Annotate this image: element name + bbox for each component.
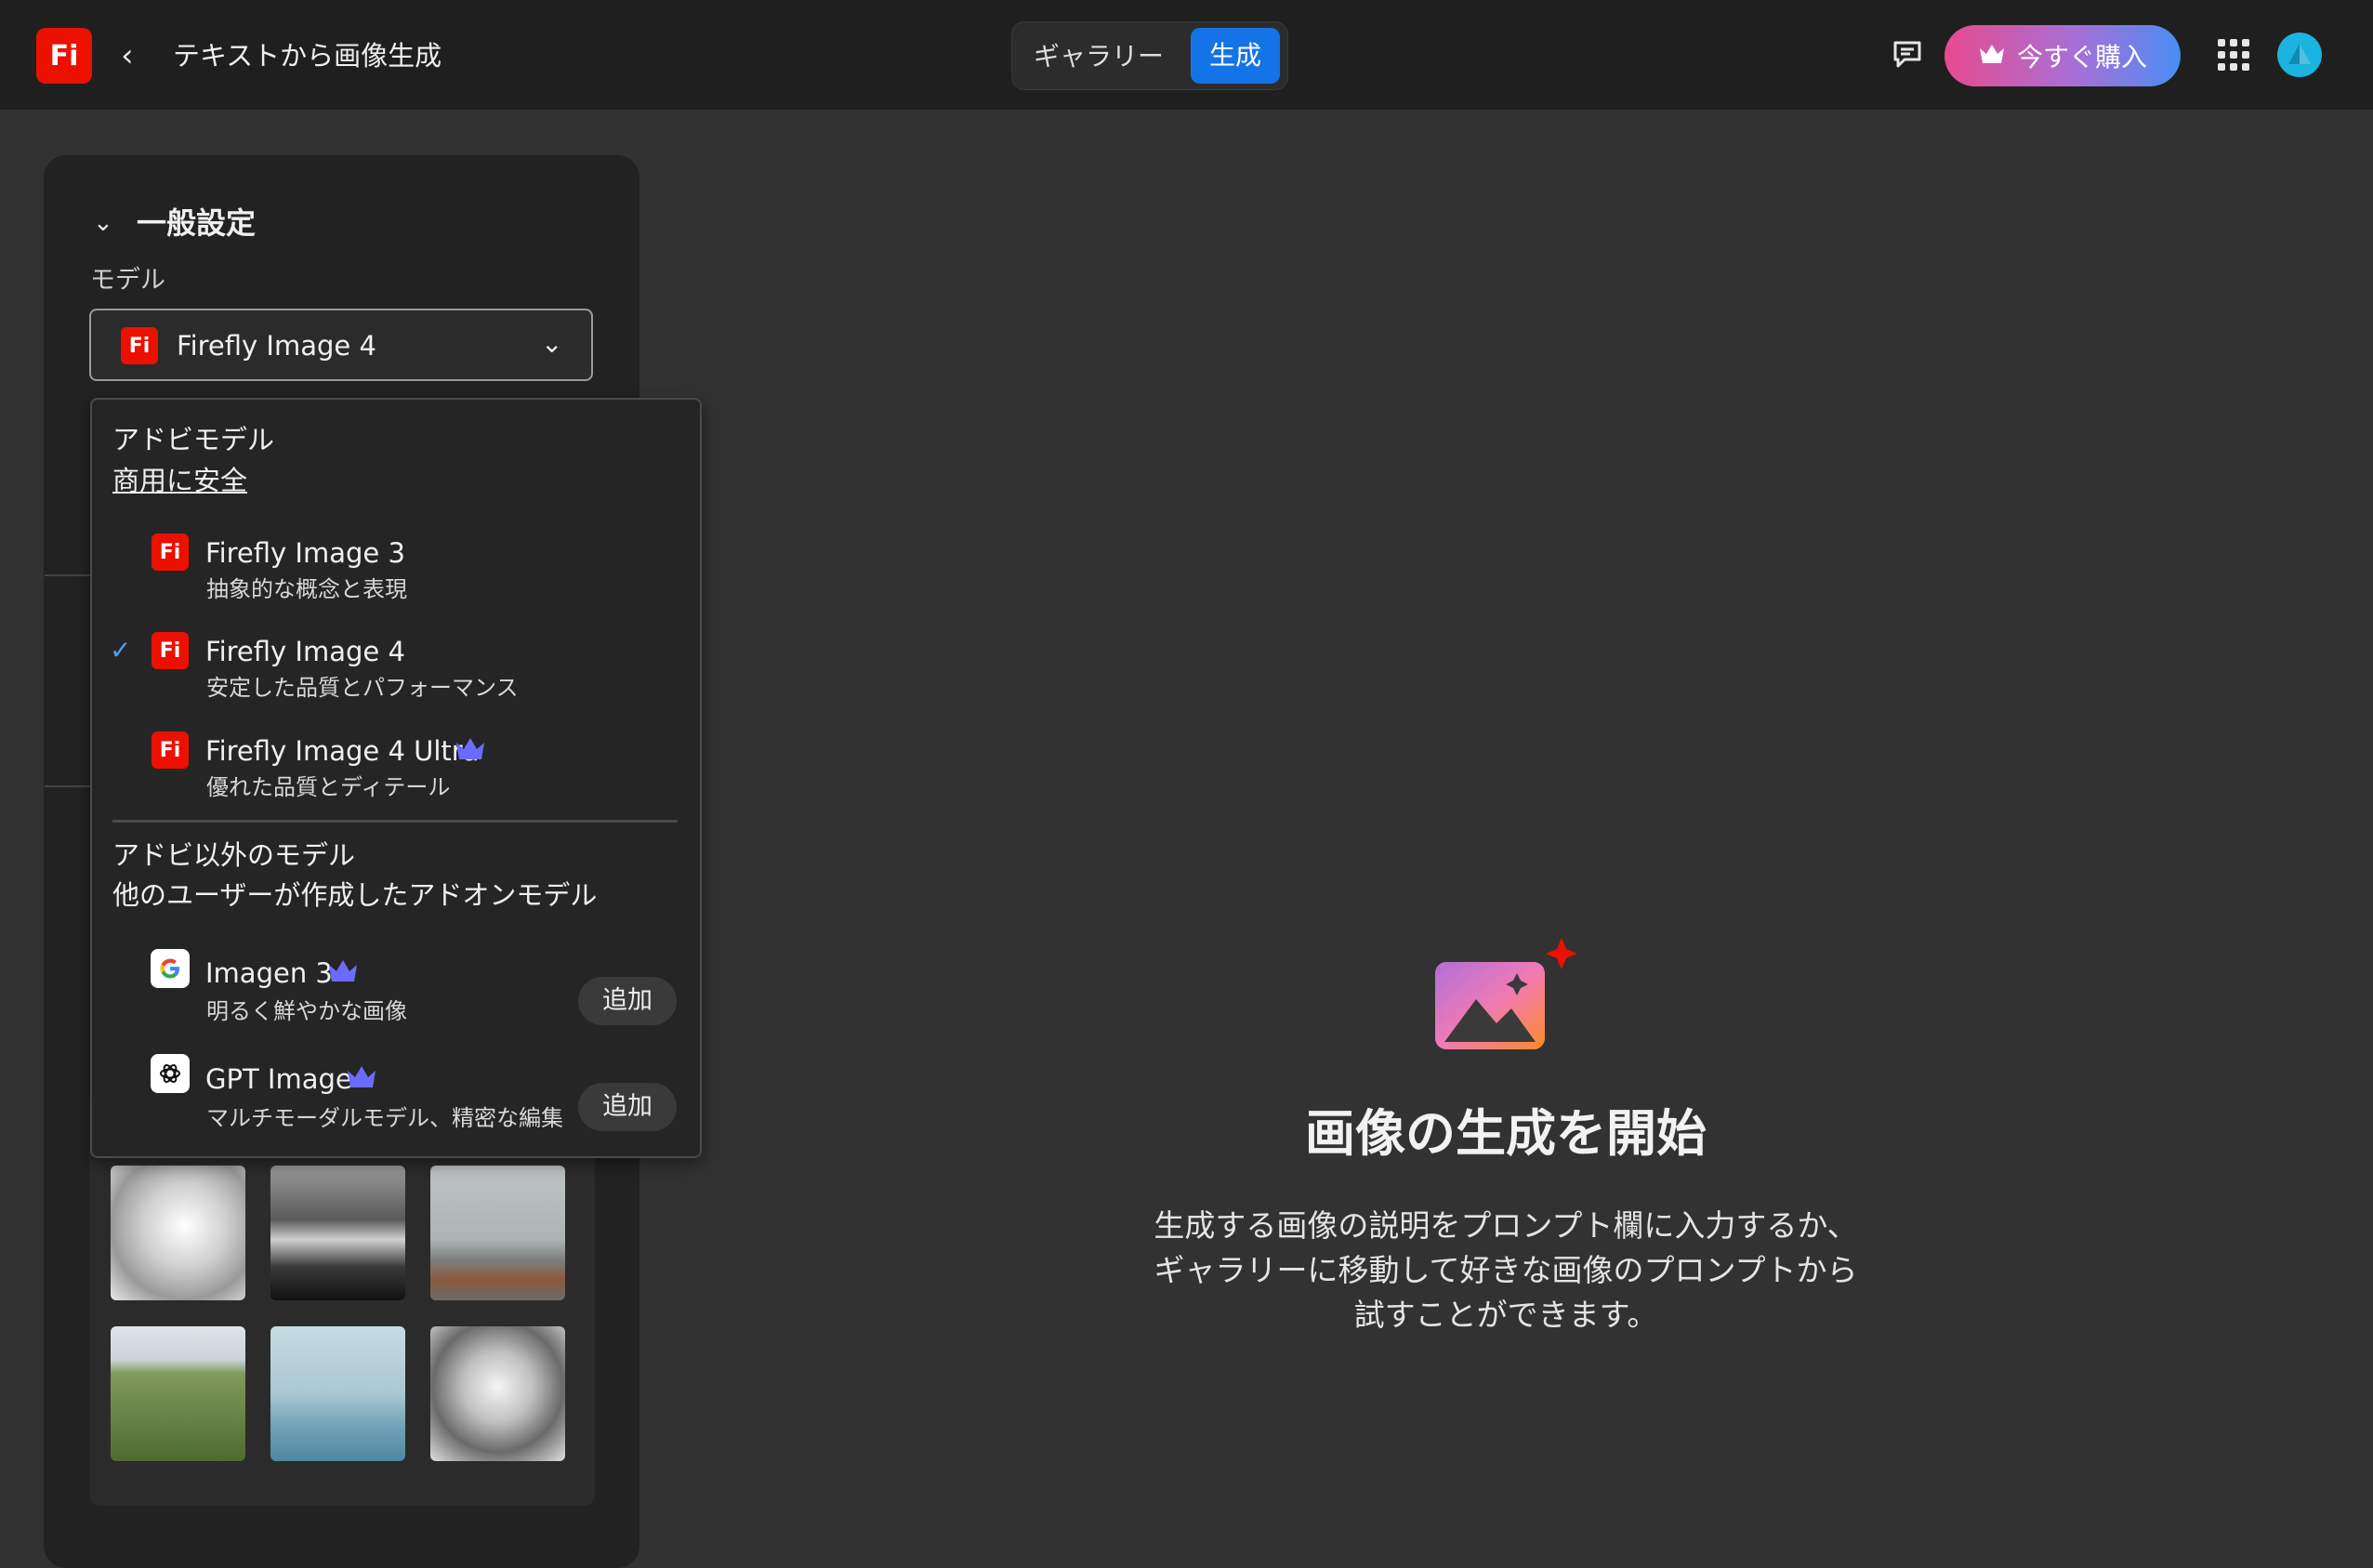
partner-models-subheading: 他のユーザーが作成したアドオンモデル	[112, 879, 598, 911]
image-generate-icon	[1431, 934, 1580, 1064]
thumbnail-owl-sketch[interactable]	[430, 1326, 565, 1461]
openai-icon	[151, 1054, 190, 1093]
chevron-down-icon[interactable]: ⌄	[541, 325, 562, 362]
checkmark-icon: ✓	[110, 635, 132, 665]
buy-now-button[interactable]: 今すぐ購入	[1945, 25, 2181, 86]
avatar[interactable]	[2277, 33, 2322, 77]
thumbnail-bird-sketch[interactable]	[111, 1166, 245, 1300]
google-icon	[151, 949, 190, 988]
chat-icon[interactable]	[1891, 38, 1924, 72]
empty-state-line: 生成する画像の説明をプロンプト欄に入力するか、	[1154, 1207, 1858, 1244]
buy-now-label: 今すぐ購入	[2016, 42, 2147, 72]
menu-item-desc: 優れた品質とディテール	[206, 774, 451, 800]
firefly-icon: Fi	[152, 632, 189, 669]
thumbnail-sphere-cube[interactable]	[270, 1326, 405, 1461]
model-select-value: Firefly Image 4	[177, 330, 376, 362]
thumbnail-mountain-lake[interactable]	[270, 1166, 405, 1300]
empty-state-line: 試すことができます。	[1353, 1297, 1658, 1333]
crown-icon	[455, 736, 486, 762]
crown-icon	[1978, 41, 2006, 72]
firefly-icon: Fi	[121, 327, 158, 364]
crown-icon	[327, 958, 359, 984]
add-imagen-3-button[interactable]: 追加	[578, 977, 677, 1025]
partner-models-heading: アドビ以外のモデル	[112, 839, 356, 871]
menu-item-desc: 明るく鮮やかな画像	[206, 998, 407, 1024]
menu-item-firefly-image-4[interactable]: Firefly Image 4	[205, 633, 405, 670]
menu-item-desc: 安定した品質とパフォーマンス	[206, 675, 519, 701]
firefly-icon: Fi	[152, 731, 189, 769]
commercially-safe-link[interactable]: 商用に安全	[112, 462, 247, 499]
divider	[45, 785, 91, 787]
menu-item-desc: マルチモーダルモデル、精密な編集	[206, 1105, 563, 1131]
empty-state-title: 画像の生成を開始	[1305, 1104, 1707, 1163]
menu-item-firefly-image-4-ultra[interactable]: Firefly Image 4 Ultra	[205, 732, 479, 770]
adobe-models-heading: アドビモデル	[112, 424, 275, 455]
page-title: テキストから画像生成	[173, 40, 442, 72]
empty-state-line: ギャラリーに移動して好きな画像のプロンプトから	[1154, 1252, 1858, 1288]
menu-item-desc: 抽象的な概念と表現	[206, 576, 407, 602]
menu-item-gpt-image[interactable]: GPT Image	[205, 1061, 352, 1098]
thumbnail-living-room[interactable]	[430, 1166, 565, 1300]
thumbnail-road-field[interactable]	[111, 1326, 245, 1461]
section-title-general[interactable]: 一般設定	[137, 204, 256, 242]
divider	[45, 574, 91, 576]
firefly-icon: Fi	[152, 534, 189, 571]
apps-grid-icon[interactable]	[2218, 39, 2249, 71]
tab-gallery[interactable]: ギャラリー	[1022, 33, 1175, 80]
tab-generate[interactable]: 生成	[1191, 28, 1280, 84]
model-label: モデル	[90, 266, 165, 295]
divider	[112, 820, 678, 823]
empty-state-description: 生成する画像の説明をプロンプト欄に入力するか、 ギャラリーに移動して好きな画像の…	[1060, 1204, 1952, 1337]
chevron-down-icon[interactable]: ⌄	[93, 204, 113, 242]
firefly-logo[interactable]: Fi	[36, 28, 92, 84]
menu-item-firefly-image-3[interactable]: Firefly Image 3	[205, 534, 405, 572]
menu-item-imagen-3[interactable]: Imagen 3	[205, 955, 333, 992]
add-gpt-image-button[interactable]: 追加	[578, 1083, 677, 1131]
chevron-left-icon[interactable]: ‹	[121, 35, 151, 76]
crown-icon	[346, 1064, 377, 1090]
